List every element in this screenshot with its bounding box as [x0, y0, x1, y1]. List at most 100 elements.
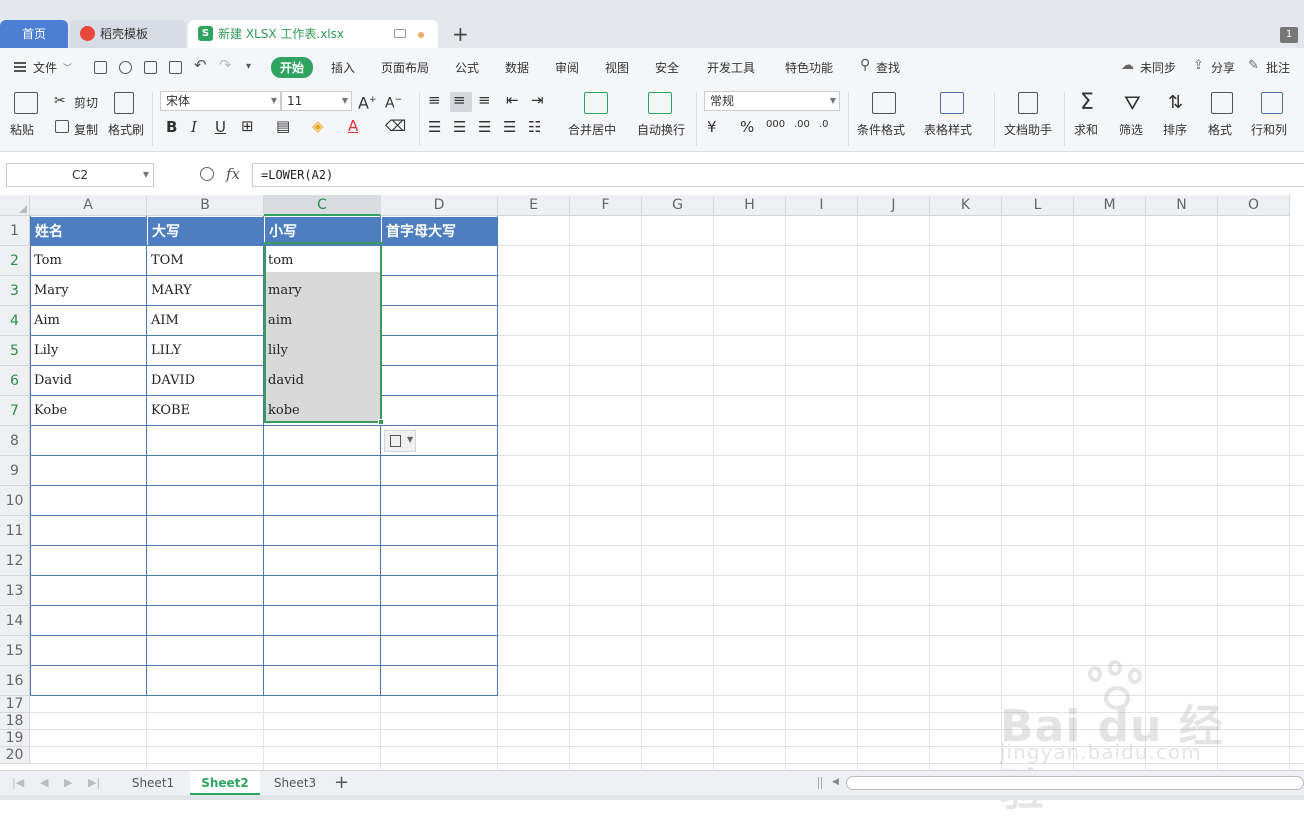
column-header[interactable]: O [1218, 195, 1290, 216]
number-format-select[interactable]: 常规 ▼ [704, 91, 840, 111]
fill-handle[interactable] [378, 419, 384, 425]
table-cell[interactable]: Tom [31, 246, 146, 275]
column-header[interactable]: E [498, 195, 570, 216]
redo-icon[interactable]: ↷ [219, 56, 232, 74]
column-header[interactable]: M [1074, 195, 1146, 216]
row-header[interactable]: 7 [0, 396, 30, 426]
menu-sync[interactable]: 未同步 [1140, 59, 1176, 76]
menu-features[interactable]: 特色功能 [785, 59, 833, 76]
fx-icon[interactable]: fx [226, 165, 240, 183]
row-header[interactable]: 10 [0, 486, 30, 516]
table-cell[interactable]: LILY [148, 336, 263, 365]
table-cell[interactable]: TOM [148, 246, 263, 275]
font-decrease-icon[interactable]: A− [385, 92, 402, 112]
row-header[interactable]: 17 [0, 696, 30, 713]
tab-wps-templates[interactable]: 稻壳模板 [70, 20, 186, 48]
cell-style-icon[interactable]: ▤ [276, 118, 290, 134]
row-header[interactable]: 2 [0, 246, 30, 276]
table-cell[interactable]: DAVID [148, 366, 263, 395]
formula-input[interactable]: =LOWER(A2) [252, 163, 1304, 187]
monitor-icon[interactable] [394, 29, 406, 38]
next-sheet-icon[interactable]: ▶ [64, 776, 72, 789]
cut-button[interactable]: 剪切 [74, 94, 98, 111]
row-header[interactable]: 1 [0, 216, 30, 246]
italic-icon[interactable]: I [191, 119, 197, 135]
column-header[interactable]: A [30, 195, 147, 216]
undo-icon[interactable]: ↶ [194, 56, 207, 74]
table-cell[interactable]: KOBE [148, 396, 263, 425]
tab-home[interactable]: 首页 [0, 20, 68, 48]
row-header[interactable]: 6 [0, 366, 30, 396]
paste-options-button[interactable]: ▼ [384, 430, 416, 452]
table-cell[interactable] [382, 366, 497, 395]
scroll-left-icon[interactable]: ◀ [832, 777, 839, 787]
menu-view[interactable]: 视图 [605, 59, 629, 76]
menu-security[interactable]: 安全 [655, 59, 679, 76]
menu-comment[interactable]: 批注 [1266, 59, 1290, 76]
column-header[interactable]: G [642, 195, 714, 216]
save-icon[interactable] [94, 61, 107, 74]
menu-formula[interactable]: 公式 [455, 59, 479, 76]
column-header[interactable]: D [381, 195, 498, 216]
format-brush-icon[interactable] [119, 61, 132, 74]
name-box[interactable]: C2 ▼ [6, 163, 154, 187]
scroll-grip-icon[interactable] [818, 777, 822, 789]
menu-review[interactable]: 审阅 [555, 59, 579, 76]
zoom-formula-icon[interactable] [200, 167, 214, 181]
column-header[interactable]: F [570, 195, 642, 216]
tab-current-file[interactable]: S 新建 XLSX 工作表.xlsx [188, 20, 438, 48]
table-cell[interactable] [382, 276, 497, 305]
conditional-format-button[interactable]: 条件格式 [857, 121, 905, 138]
row-header[interactable]: 15 [0, 636, 30, 666]
table-cell[interactable]: Lily [31, 336, 146, 365]
fill-color-icon[interactable]: ◈ [312, 118, 324, 134]
row-header[interactable]: 4 [0, 306, 30, 336]
bold-icon[interactable]: B [166, 119, 177, 135]
increase-decimal-icon[interactable]: .00 [794, 117, 810, 133]
menu-dev-tools[interactable]: 开发工具 [707, 59, 755, 76]
row-header[interactable]: 16 [0, 666, 30, 696]
table-cell[interactable]: Mary [31, 276, 146, 305]
sheet-tab-3[interactable]: Sheet3 [262, 771, 328, 795]
underline-icon[interactable]: U [215, 119, 226, 135]
horizontal-scrollbar[interactable] [846, 776, 1304, 790]
column-header[interactable]: L [1002, 195, 1074, 216]
search-icon[interactable]: ⚲ [860, 57, 870, 73]
row-col-button[interactable]: 行和列 [1251, 121, 1287, 138]
menu-hamburger-icon[interactable] [14, 62, 26, 72]
decrease-indent-icon[interactable]: ⇤ [506, 92, 519, 108]
print-icon[interactable] [144, 61, 157, 74]
table-header-cell[interactable]: 大写 [148, 217, 264, 246]
table-cell[interactable] [382, 396, 497, 425]
sum-button[interactable]: 求和 [1074, 121, 1098, 138]
distributed-icon[interactable]: ☷ [528, 119, 541, 135]
table-cell[interactable] [382, 246, 497, 275]
menu-file[interactable]: 文件 [33, 59, 57, 76]
column-header[interactable]: B [147, 195, 264, 216]
print-preview-icon[interactable] [169, 61, 182, 74]
column-header[interactable]: J [858, 195, 930, 216]
clear-format-icon[interactable]: ⌫ [385, 118, 406, 134]
font-increase-icon[interactable]: A+ [358, 92, 377, 111]
table-cell[interactable]: Aim [31, 306, 146, 335]
percent-icon[interactable]: % [740, 119, 754, 135]
align-top-icon[interactable]: ≡ [428, 92, 441, 108]
chevron-down-icon[interactable]: ﹀ [63, 61, 72, 74]
row-header[interactable]: 8 [0, 426, 30, 456]
menu-insert[interactable]: 插入 [331, 59, 355, 76]
row-header[interactable]: 3 [0, 276, 30, 306]
menu-start[interactable]: 开始 [271, 57, 314, 78]
increase-indent-icon[interactable]: ⇥ [531, 92, 544, 108]
currency-icon[interactable]: ¥ [707, 119, 717, 135]
sort-button[interactable]: 排序 [1163, 121, 1187, 138]
add-sheet-icon[interactable]: + [334, 772, 349, 794]
column-header[interactable]: N [1146, 195, 1218, 216]
table-header-cell[interactable]: 首字母大写 [382, 217, 498, 246]
row-header[interactable]: 11 [0, 516, 30, 546]
row-header[interactable]: 12 [0, 546, 30, 576]
sheet-tab-2[interactable]: Sheet2 [190, 771, 260, 795]
row-header[interactable]: 5 [0, 336, 30, 366]
thousands-icon[interactable]: 000 [766, 117, 785, 133]
doc-assistant-button[interactable]: 文档助手 [1004, 121, 1052, 138]
row-header[interactable]: 20 [0, 747, 30, 764]
